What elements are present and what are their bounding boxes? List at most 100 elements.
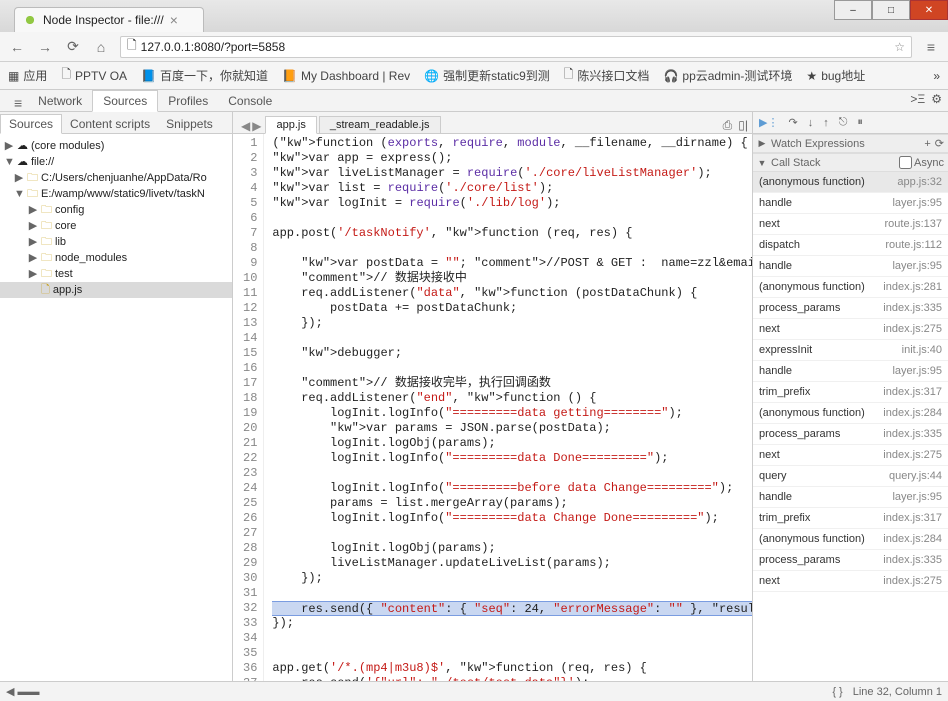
tree-item[interactable]: ▶🗀 node_modules bbox=[0, 250, 232, 266]
subtab-sources[interactable]: Sources bbox=[0, 114, 62, 134]
callstack-frame[interactable]: trim_prefixindex.js:317 bbox=[753, 508, 948, 529]
devtools-tabs: ≡ Network Sources Profiles Console >Ξ ⚙ bbox=[0, 90, 948, 112]
bookmark-item[interactable]: 🗋 PPTV OA bbox=[61, 65, 127, 86]
callstack-frame[interactable]: process_paramsindex.js:335 bbox=[753, 550, 948, 571]
pretty-print-icon[interactable]: { } bbox=[832, 686, 842, 698]
bookmark-item[interactable]: 🗋 陈兴接口文档 bbox=[564, 65, 650, 86]
bookmark-item[interactable]: ★ bug地址 bbox=[806, 67, 865, 84]
home-icon[interactable]: ⌂ bbox=[92, 38, 110, 56]
callstack-frame[interactable]: dispatchroute.js:112 bbox=[753, 235, 948, 256]
settings-icon[interactable]: ⚙ bbox=[931, 92, 942, 106]
file-tree[interactable]: ▶☁ (core modules)▼☁ file://▶🗀 C:/Users/c… bbox=[0, 134, 232, 691]
tree-item[interactable]: ▼☁ file:// bbox=[0, 154, 232, 170]
callstack-frame[interactable]: nextindex.js:275 bbox=[753, 319, 948, 340]
tab-network[interactable]: Network bbox=[28, 91, 92, 111]
node-inspector-favicon-icon bbox=[23, 13, 37, 27]
navigator-panel: Sources Content scripts Snippets ▶☁ (cor… bbox=[0, 112, 233, 691]
callstack-frame[interactable]: process_paramsindex.js:335 bbox=[753, 298, 948, 319]
tab-profiles[interactable]: Profiles bbox=[158, 91, 218, 111]
editor-tabs: ◀ ▶ app.js _stream_readable.js ⎙ ▯| bbox=[233, 112, 752, 134]
refresh-watch-icon[interactable]: ⟳ bbox=[935, 137, 944, 150]
line-gutter[interactable]: 1234567891011121314151617181920212223242… bbox=[233, 134, 264, 691]
format-code-icon[interactable]: ⎙ bbox=[723, 118, 733, 133]
callstack-frame[interactable]: (anonymous function)index.js:284 bbox=[753, 403, 948, 424]
step-into-icon[interactable]: ↓ bbox=[808, 117, 814, 129]
tree-item[interactable]: ▶☁ (core modules) bbox=[0, 138, 232, 154]
callstack-frame[interactable]: nextindex.js:275 bbox=[753, 571, 948, 592]
async-checkbox[interactable] bbox=[899, 156, 912, 169]
bookmark-item[interactable]: 📘 百度一下，你就知道 bbox=[141, 67, 268, 84]
menu-icon[interactable]: ≡ bbox=[922, 38, 940, 56]
devtools-menu-icon[interactable]: ≡ bbox=[8, 95, 28, 111]
callstack-frame[interactable]: trim_prefixindex.js:317 bbox=[753, 382, 948, 403]
window-close[interactable]: ✕ bbox=[910, 0, 948, 20]
reload-icon[interactable]: ⟳ bbox=[64, 38, 82, 56]
callstack-frame[interactable]: (anonymous function)app.js:32 bbox=[753, 172, 948, 193]
callstack-frame[interactable]: handlelayer.js:95 bbox=[753, 487, 948, 508]
status-bar: ◀ ▬▬ { } Line 32, Column 1 bbox=[0, 681, 948, 701]
callstack-frame[interactable]: handlelayer.js:95 bbox=[753, 193, 948, 214]
chevron-down-icon: ▼ bbox=[757, 158, 767, 168]
bookmark-star-icon[interactable]: ☆ bbox=[894, 40, 905, 54]
code-lines[interactable]: ("kw">function (exports, require, module… bbox=[264, 134, 752, 691]
tab-close-icon[interactable]: × bbox=[170, 12, 178, 28]
url-input[interactable]: 🗋 127.0.0.1:8080/?port=5858 ☆ bbox=[120, 36, 912, 58]
tree-item[interactable]: ▶🗀 config bbox=[0, 202, 232, 218]
callstack-frame[interactable]: nextroute.js:137 bbox=[753, 214, 948, 235]
tab-sources[interactable]: Sources bbox=[92, 90, 158, 112]
callstack-frame[interactable]: process_paramsindex.js:335 bbox=[753, 424, 948, 445]
callstack-header[interactable]: ▼ Call Stack Async bbox=[753, 153, 948, 172]
omnibox-row: ← → ⟳ ⌂ 🗋 127.0.0.1:8080/?port=5858 ☆ ≡ bbox=[0, 32, 948, 62]
tab-title: Node Inspector - file:/// bbox=[43, 13, 164, 27]
forward-icon[interactable]: → bbox=[36, 38, 54, 56]
history-back-icon[interactable]: ◀ bbox=[241, 119, 250, 133]
browser-titlebar: – □ ✕ Node Inspector - file:/// × bbox=[0, 0, 948, 32]
pause-exceptions-icon[interactable]: ⏸ bbox=[857, 116, 863, 129]
debug-sidebar: ▶⋮ ↷ ↓ ↑ ⎋ ⏸ ▶ Watch Expressions + ⟳ ▼ C… bbox=[752, 112, 948, 691]
callstack-list[interactable]: (anonymous function)app.js:32handlelayer… bbox=[753, 172, 948, 691]
tree-item[interactable]: ▼🗀 E:/wamp/www/static9/livetv/taskN bbox=[0, 186, 232, 202]
history-forward-icon[interactable]: ▶ bbox=[252, 119, 261, 133]
callstack-frame[interactable]: expressInitinit.js:40 bbox=[753, 340, 948, 361]
window-minimize[interactable]: – bbox=[834, 0, 872, 20]
browser-tab[interactable]: Node Inspector - file:/// × bbox=[14, 7, 204, 32]
callstack-frame[interactable]: handlelayer.js:95 bbox=[753, 256, 948, 277]
tree-item[interactable]: ▶🗀 C:/Users/chenjuanhe/AppData/Ro bbox=[0, 170, 232, 186]
subtab-content-scripts[interactable]: Content scripts bbox=[62, 115, 158, 133]
tree-item[interactable]: 🗋 app.js bbox=[0, 282, 232, 298]
bookmark-item[interactable]: 🌐 强制更新static9到测 bbox=[424, 67, 550, 84]
url-text: 127.0.0.1:8080/?port=5858 bbox=[141, 40, 891, 54]
debug-controls: ▶⋮ ↷ ↓ ↑ ⎋ ⏸ bbox=[753, 112, 948, 134]
toggle-sidebar-icon[interactable]: ▯| bbox=[738, 118, 748, 133]
callstack-frame[interactable]: (anonymous function)index.js:281 bbox=[753, 277, 948, 298]
callstack-frame[interactable]: queryquery.js:44 bbox=[753, 466, 948, 487]
editor-tab-stream[interactable]: _stream_readable.js bbox=[319, 116, 441, 134]
page-icon: 🗋 bbox=[127, 36, 137, 57]
bookmark-item[interactable]: 🎧 pp云admin-测试环境 bbox=[663, 67, 792, 84]
add-watch-icon[interactable]: + bbox=[924, 138, 930, 150]
callstack-frame[interactable]: nextindex.js:275 bbox=[753, 445, 948, 466]
bookmarks-overflow-icon[interactable]: » bbox=[933, 69, 940, 83]
code-editor[interactable]: 1234567891011121314151617181920212223242… bbox=[233, 134, 752, 691]
tree-item[interactable]: ▶🗀 core bbox=[0, 218, 232, 234]
callstack-frame[interactable]: (anonymous function)index.js:284 bbox=[753, 529, 948, 550]
tab-console[interactable]: Console bbox=[218, 91, 282, 111]
subtab-snippets[interactable]: Snippets bbox=[158, 115, 221, 133]
step-over-icon[interactable]: ↷ bbox=[788, 116, 797, 129]
editor-tab-appjs[interactable]: app.js bbox=[265, 116, 316, 134]
scroll-handle-icon[interactable]: ◀ ▬▬ bbox=[6, 685, 40, 698]
tree-item[interactable]: ▶🗀 lib bbox=[0, 234, 232, 250]
bookmark-item[interactable]: 📙 My Dashboard | Rev bbox=[282, 69, 410, 83]
window-maximize[interactable]: □ bbox=[872, 0, 910, 20]
deactivate-breakpoints-icon[interactable]: ⎋ bbox=[839, 116, 848, 129]
apps-button[interactable]: ▦ 应用 bbox=[8, 67, 47, 84]
editor-panel: ◀ ▶ app.js _stream_readable.js ⎙ ▯| 1234… bbox=[233, 112, 752, 691]
callstack-frame[interactable]: handlelayer.js:95 bbox=[753, 361, 948, 382]
back-icon[interactable]: ← bbox=[8, 38, 26, 56]
toggle-drawer-icon[interactable]: >Ξ bbox=[910, 92, 925, 106]
step-out-icon[interactable]: ↑ bbox=[823, 117, 829, 129]
tree-item[interactable]: ▶🗀 test bbox=[0, 266, 232, 282]
resume-icon[interactable]: ▶⋮ bbox=[759, 116, 778, 129]
watch-header[interactable]: ▶ Watch Expressions + ⟳ bbox=[753, 134, 948, 153]
devtools-body: Sources Content scripts Snippets ▶☁ (cor… bbox=[0, 112, 948, 691]
